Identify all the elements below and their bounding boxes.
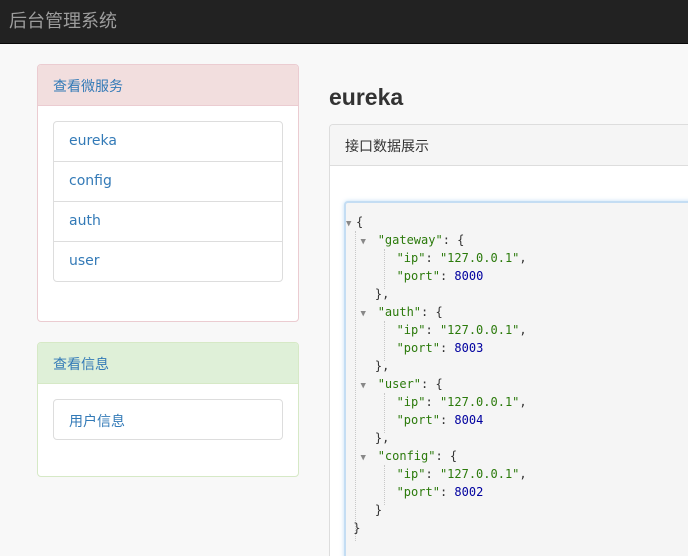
json-line-open: ▼{: [346, 213, 527, 231]
json-key: "port": [396, 341, 440, 355]
json-line-close: },: [346, 359, 390, 373]
brand-title[interactable]: 后台管理系统: [9, 7, 117, 33]
services-list: eureka config auth user: [53, 121, 283, 282]
json-line-ip: "ip": "127.0.0.1",: [396, 467, 527, 481]
json-line-close: },: [346, 431, 390, 445]
json-number-value: 8004: [454, 413, 484, 427]
json-line-key: ▼ "gateway": {: [346, 231, 527, 249]
json-key: "ip": [396, 323, 426, 337]
json-line-ip: "ip": "127.0.0.1",: [396, 251, 527, 265]
services-panel-heading: 查看微服务: [38, 65, 298, 106]
json-line-port: "port": 8004: [396, 413, 484, 427]
json-string-value: "127.0.0.1": [439, 251, 520, 265]
json-key: "gateway": [377, 233, 443, 247]
json-line-port: "port": 8000: [396, 269, 484, 283]
json-key: "user": [377, 377, 422, 391]
json-key: "port": [396, 269, 440, 283]
json-key: "auth": [377, 305, 422, 319]
service-item-user[interactable]: user: [53, 241, 283, 282]
api-data-panel: 接口数据展示 ▼{ ▼ "gateway": { "ip": "127.0.0.…: [329, 124, 688, 556]
json-number-value: 8000: [454, 269, 484, 283]
page-title: eureka: [329, 84, 404, 110]
info-item-user-info[interactable]: 用户信息: [53, 399, 283, 440]
json-code: ▼{ ▼ "gateway": { "ip": "127.0.0.1", "po…: [346, 213, 527, 537]
json-key: "ip": [396, 467, 426, 481]
service-item-auth[interactable]: auth: [53, 201, 283, 242]
info-panel: 查看信息 用户信息: [37, 342, 299, 477]
service-item-eureka[interactable]: eureka: [53, 121, 283, 162]
json-line-key: ▼ "config": {: [346, 447, 527, 465]
api-data-panel-heading: 接口数据展示: [330, 125, 688, 166]
json-string-value: "127.0.0.1": [439, 395, 520, 409]
json-line-ip: "ip": "127.0.0.1",: [396, 323, 527, 337]
json-string-value: "127.0.0.1": [439, 467, 520, 481]
json-number-value: 8003: [454, 341, 484, 355]
json-key: "port": [396, 485, 440, 499]
json-line-ip: "ip": "127.0.0.1",: [396, 395, 527, 409]
service-item-config[interactable]: config: [53, 161, 283, 202]
json-line-close: }: [346, 521, 361, 535]
json-line-close: },: [346, 287, 390, 301]
top-navbar: 后台管理系统: [0, 0, 688, 44]
json-key: "port": [396, 413, 440, 427]
json-number-value: 8002: [454, 485, 484, 499]
json-string-value: "127.0.0.1": [439, 323, 520, 337]
json-key: "config": [377, 449, 436, 463]
json-line-port: "port": 8002: [396, 485, 484, 499]
json-line-key: ▼ "auth": {: [346, 303, 527, 321]
json-key: "ip": [396, 251, 426, 265]
json-line-close: }: [346, 503, 383, 517]
json-key: "ip": [396, 395, 426, 409]
json-line-port: "port": 8003: [396, 341, 484, 355]
info-panel-heading: 查看信息: [38, 343, 298, 384]
info-list: 用户信息: [53, 399, 283, 440]
services-panel: 查看微服务 eureka config auth user: [37, 64, 299, 322]
json-line-key: ▼ "user": {: [346, 375, 527, 393]
json-viewer[interactable]: ▼{ ▼ "gateway": { "ip": "127.0.0.1", "po…: [344, 201, 688, 556]
